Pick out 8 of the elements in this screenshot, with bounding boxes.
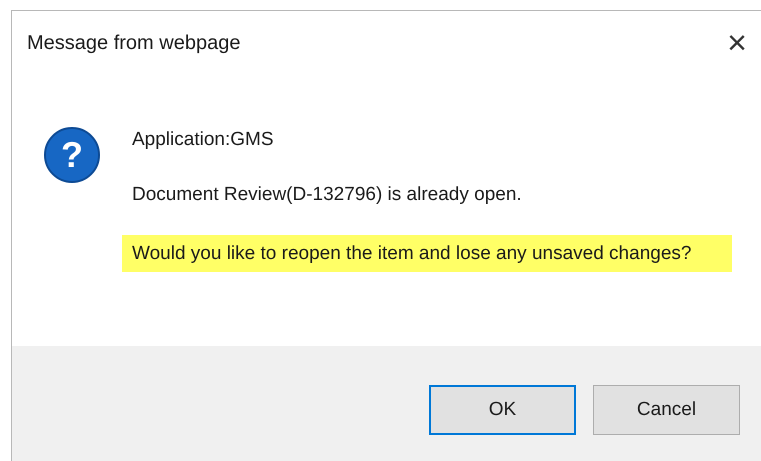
message-text: Would you like to reopen the item and lose any unsaved changes? [122,235,732,272]
dialog-button[interactable]: OK [429,385,576,435]
close-button[interactable]: × [717,23,757,63]
question-icon: ? [44,127,100,183]
window-title: Message from webpage [27,31,240,56]
message-text: Document Review(D-132796) is already open. [132,183,523,207]
dialog-button[interactable]: Cancel [593,385,740,435]
message-text: Application:GMS [132,128,275,152]
